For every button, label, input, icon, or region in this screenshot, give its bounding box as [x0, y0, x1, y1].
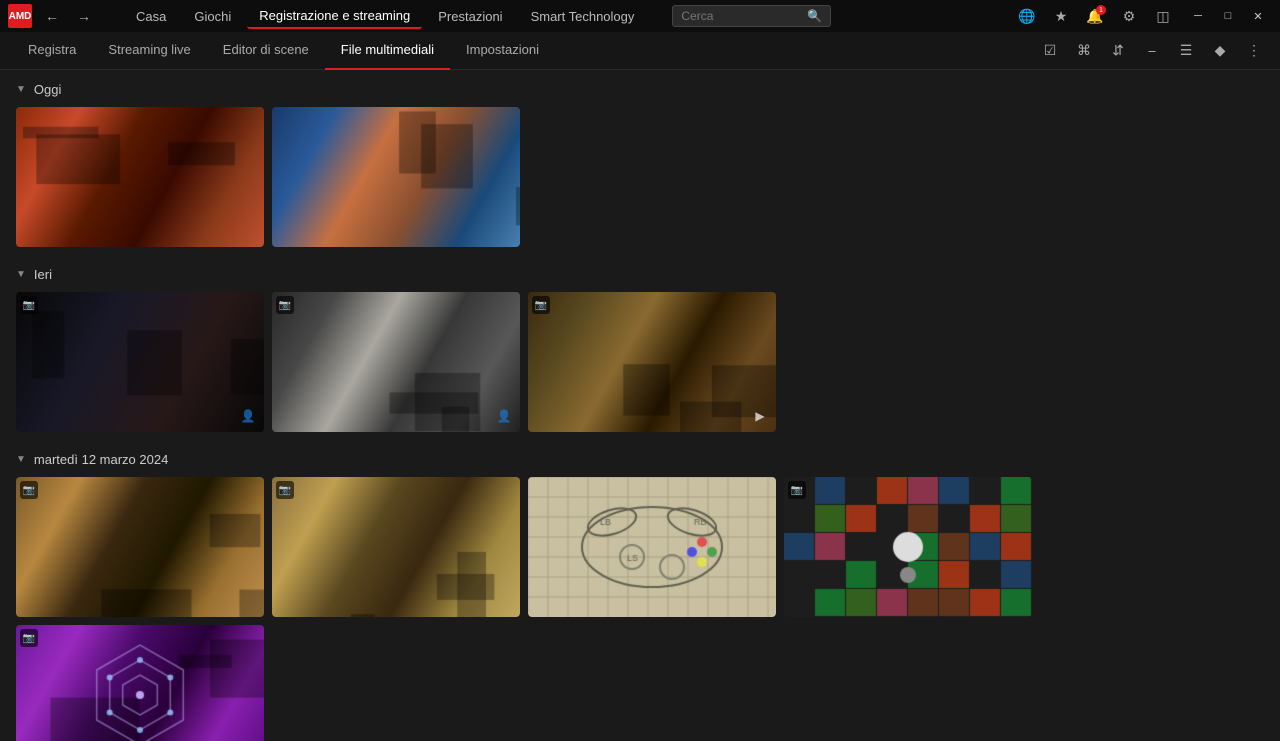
nav-prestazioni[interactable]: Prestazioni: [426, 5, 514, 28]
thumbnail-ieri-3[interactable]: 📷 ▶: [528, 292, 776, 432]
select-all-button[interactable]: ☑: [1036, 37, 1064, 65]
user-button[interactable]: ◫: [1150, 3, 1176, 29]
bottom-icon-ieri-1: 👤: [238, 406, 258, 426]
tab-impostazioni[interactable]: Impostazioni: [450, 32, 555, 70]
titlebar-nav: ← →: [38, 4, 98, 28]
screenshot-icon-ieri-1: 📷: [20, 296, 38, 314]
thumbnails-ieri: 📷 👤 📷 👤 📷 ▶: [16, 292, 1264, 432]
icon-mart-2: 📷: [276, 481, 294, 499]
notification-badge: 1: [1096, 5, 1106, 15]
grid-view-button[interactable]: ⌘: [1070, 37, 1098, 65]
list-view-button[interactable]: ☰: [1172, 37, 1200, 65]
sub-nav-actions: ☑ ⌘ ⇵ ⎯ ☰ ◆ ⋮: [1036, 37, 1268, 65]
window-controls: ─ □ ✕: [1184, 4, 1272, 28]
maximize-button[interactable]: □: [1214, 4, 1242, 28]
badge-button[interactable]: ◆: [1206, 37, 1234, 65]
thumb-canvas-ieri-1: [16, 292, 264, 432]
sub-nav: Registra Streaming live Editor di scene …: [0, 32, 1280, 70]
thumbnails-oggi: [16, 107, 1264, 247]
tab-registra[interactable]: Registra: [12, 32, 92, 70]
thumbnail-ieri-1[interactable]: 📷 👤: [16, 292, 264, 432]
screenshot-icon-ieri-2: 📷: [276, 296, 294, 314]
nav-casa[interactable]: Casa: [124, 5, 178, 28]
icon-mart-5: 📷: [20, 629, 38, 647]
thumb-canvas-mart-4: [784, 477, 1032, 617]
chevron-martedi: ▼: [16, 454, 26, 465]
main-nav: Casa Giochi Registrazione e streaming Pr…: [124, 4, 646, 29]
thumbnail-oggi-2[interactable]: [272, 107, 520, 247]
sub-nav-tabs: Registra Streaming live Editor di scene …: [12, 32, 555, 70]
thumb-canvas-mart-2: [272, 477, 520, 617]
thumbnail-mart-3[interactable]: [528, 477, 776, 617]
icon-mart-1: 📷: [20, 481, 38, 499]
section-oggi: ▼ Oggi: [16, 82, 1264, 247]
thumbnail-mart-4[interactable]: 📷: [784, 477, 1032, 617]
section-title-martedi: martedì 12 marzo 2024: [34, 452, 168, 467]
section-ieri: ▼ Ieri 📷 👤 📷 👤 📷 ▶: [16, 267, 1264, 432]
section-martedi: ▼ martedì 12 marzo 2024 📷 📷 📷 📷: [16, 452, 1264, 741]
titlebar-left: AMD ← → Casa Giochi Registrazione e stre…: [8, 4, 831, 29]
nav-giochi[interactable]: Giochi: [182, 5, 243, 28]
icon-mart-4: 📷: [788, 481, 806, 499]
thumbnail-ieri-2[interactable]: 📷 👤: [272, 292, 520, 432]
notifications-button[interactable]: 🔔 1: [1082, 3, 1108, 29]
section-header-ieri[interactable]: ▼ Ieri: [16, 267, 1264, 282]
nav-registrazione[interactable]: Registrazione e streaming: [247, 4, 422, 29]
tab-file-multimediali[interactable]: File multimediali: [325, 32, 450, 70]
amd-logo: AMD: [8, 4, 32, 28]
forward-button[interactable]: →: [70, 4, 98, 28]
section-header-martedi[interactable]: ▼ martedì 12 marzo 2024: [16, 452, 1264, 467]
thumbnails-martedi: 📷 📷 📷 📷: [16, 477, 1264, 741]
section-title-ieri: Ieri: [34, 267, 52, 282]
thumb-canvas-ieri-3: [528, 292, 776, 432]
back-button[interactable]: ←: [38, 4, 66, 28]
section-title-oggi: Oggi: [34, 82, 61, 97]
thumb-canvas-oggi-1: [16, 107, 264, 247]
play-icon-ieri-3: ▶: [750, 406, 770, 426]
more-button[interactable]: ⋮: [1240, 37, 1268, 65]
titlebar: AMD ← → Casa Giochi Registrazione e stre…: [0, 0, 1280, 32]
search-bar[interactable]: 🔍: [672, 5, 831, 27]
bottom-icon-ieri-2: 👤: [494, 406, 514, 426]
titlebar-right: 🌐 ★ 🔔 1 ⚙ ◫ ─ □ ✕: [1014, 3, 1272, 29]
content-area: ▼ Oggi ▼ Ieri 📷 👤 📷 👤: [0, 70, 1280, 741]
section-header-oggi[interactable]: ▼ Oggi: [16, 82, 1264, 97]
thumbnail-mart-2[interactable]: 📷: [272, 477, 520, 617]
screenshot-icon-ieri-3: 📷: [532, 296, 550, 314]
thumb-canvas-mart-3: [528, 477, 776, 617]
globe-button[interactable]: 🌐: [1014, 3, 1040, 29]
thumb-canvas-mart-1: [16, 477, 264, 617]
search-input[interactable]: [681, 9, 801, 23]
search-icon: 🔍: [807, 9, 822, 23]
nav-smart-technology[interactable]: Smart Technology: [519, 5, 647, 28]
thumb-canvas-oggi-2: [272, 107, 520, 247]
favorites-button[interactable]: ★: [1048, 3, 1074, 29]
thumb-canvas-ieri-2: [272, 292, 520, 432]
thumbnail-oggi-1[interactable]: [16, 107, 264, 247]
thumbnail-mart-5[interactable]: 📷: [16, 625, 264, 741]
tab-streaming-live[interactable]: Streaming live: [92, 32, 206, 70]
filter-button[interactable]: ⎯: [1138, 37, 1166, 65]
tab-editor-scene[interactable]: Editor di scene: [207, 32, 325, 70]
chevron-oggi: ▼: [16, 84, 26, 95]
settings-button[interactable]: ⚙: [1116, 3, 1142, 29]
thumb-canvas-mart-5: [16, 625, 264, 741]
minimize-button[interactable]: ─: [1184, 4, 1212, 28]
close-button[interactable]: ✕: [1244, 4, 1272, 28]
sort-button[interactable]: ⇵: [1104, 37, 1132, 65]
chevron-ieri: ▼: [16, 269, 26, 280]
thumbnail-mart-1[interactable]: 📷: [16, 477, 264, 617]
